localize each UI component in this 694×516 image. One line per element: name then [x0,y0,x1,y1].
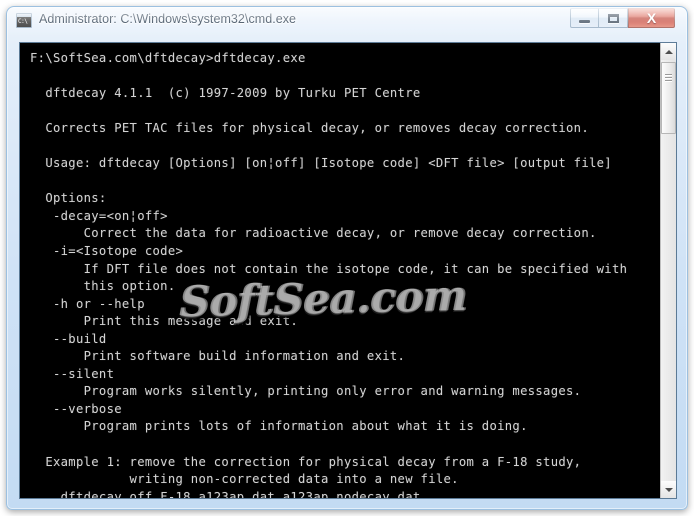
vertical-scrollbar[interactable] [660,43,676,498]
triangle-down-icon [664,487,673,492]
cmd-console-icon: C:\ [16,13,32,28]
minimize-icon [579,19,590,23]
console-output-text: F:\SoftSea.com\dftdecay>dftdecay.exe dft… [30,51,628,498]
title-bar[interactable]: C:\ Administrator: C:\Windows\system32\c… [7,7,689,36]
icon-prompt-text: C:\ [18,18,28,25]
scroll-thumb[interactable] [661,62,676,134]
console-client-area[interactable]: F:\SoftSea.com\dftdecay>dftdecay.exe dft… [19,42,677,499]
triangle-up-icon [664,49,673,54]
scroll-thumb-grip-icon [665,74,672,82]
cmd-window[interactable]: C:\ Administrator: C:\Windows\system32\c… [6,6,688,510]
scroll-up-arrow-icon[interactable] [661,43,676,60]
maximize-icon [607,13,619,23]
maximize-button[interactable] [599,8,628,28]
window-title: Administrator: C:\Windows\system32\cmd.e… [39,12,297,26]
close-button[interactable]: X [628,8,675,28]
close-icon: X [646,10,657,26]
console-output-surface[interactable]: F:\SoftSea.com\dftdecay>dftdecay.exe dft… [20,43,661,498]
minimize-button[interactable] [570,8,599,28]
scroll-down-arrow-icon[interactable] [661,481,676,498]
icon-titlebar-stripe [17,14,31,17]
